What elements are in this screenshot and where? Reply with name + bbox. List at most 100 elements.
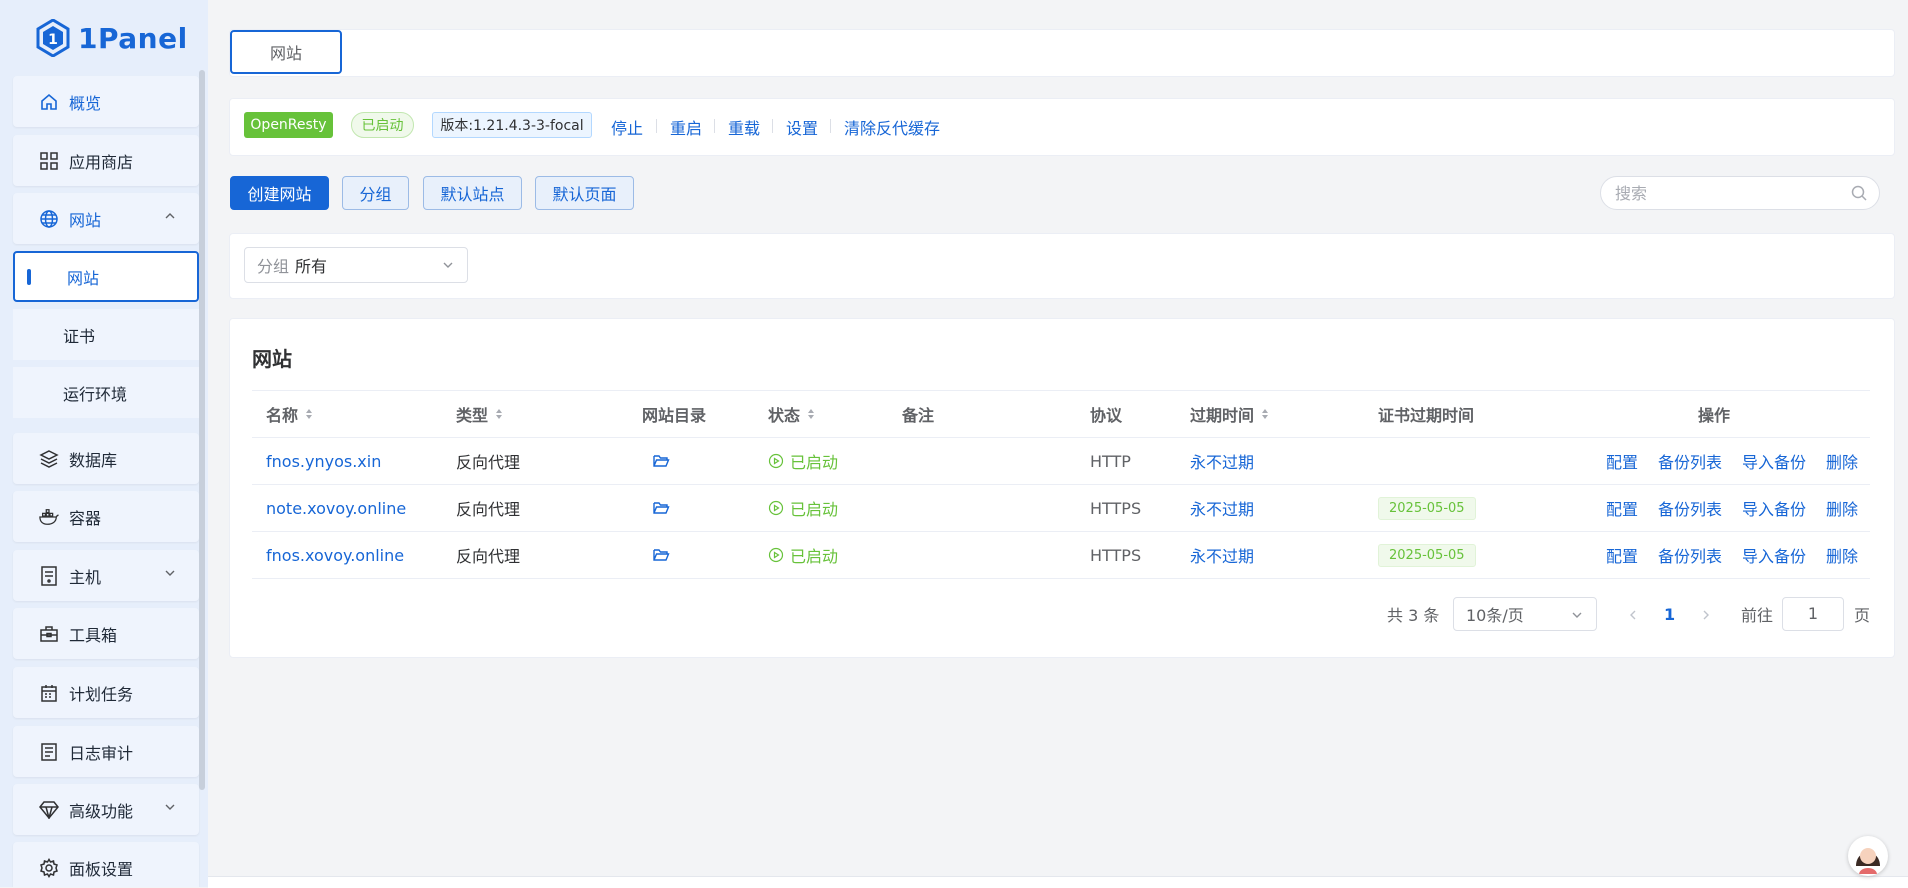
docker-icon — [39, 507, 59, 527]
stop-link[interactable]: 停止 — [611, 115, 643, 139]
table-title: 网站 — [252, 347, 292, 371]
sidebar-subitem-label: 证书 — [63, 326, 96, 346]
import-backup-action[interactable]: 导入备份 — [1742, 496, 1806, 520]
column-header-expire[interactable]: 过期时间 — [1176, 390, 1364, 438]
calendar-icon — [39, 683, 59, 703]
sidebar-item-label: 应用商店 — [69, 152, 134, 172]
sidebar-item-container[interactable]: 容器 — [13, 491, 199, 542]
config-action[interactable]: 配置 — [1606, 496, 1638, 520]
filter-bar — [229, 233, 1895, 299]
divider — [656, 119, 657, 133]
play-circle-icon — [768, 547, 784, 563]
assistant-avatar[interactable] — [1848, 836, 1888, 876]
expire-link[interactable]: 永不过期 — [1190, 543, 1254, 567]
sidebar-item-audit-log[interactable]: 日志审计 — [13, 726, 199, 777]
sidebar-item-host[interactable]: 主机 — [13, 550, 199, 601]
sidebar-item-website[interactable]: 网站 — [13, 193, 199, 244]
backup-list-action[interactable]: 备份列表 — [1658, 543, 1722, 567]
apps-icon — [39, 151, 59, 171]
import-backup-action[interactable]: 导入备份 — [1742, 543, 1806, 567]
status-running[interactable]: 已启动 — [768, 449, 838, 473]
sort-icon[interactable] — [304, 407, 314, 421]
sidebar-item-database[interactable]: 数据库 — [13, 433, 199, 484]
sidebar-item-app-store[interactable]: 应用商店 — [13, 135, 199, 186]
tab-label: 网站 — [269, 44, 302, 63]
default-site-button[interactable]: 默认站点 — [423, 176, 522, 210]
sidebar-item-overview[interactable]: 概览 — [13, 76, 199, 127]
avatar-icon — [1849, 837, 1887, 875]
chevron-down-icon — [165, 804, 175, 810]
sidebar-scrollbar[interactable] — [199, 70, 205, 790]
sidebar-item-cron[interactable]: 计划任务 — [13, 667, 199, 718]
goto-page-input[interactable]: 1 — [1782, 597, 1844, 631]
tab-website[interactable]: 网站 — [230, 30, 342, 74]
home-icon — [39, 92, 59, 112]
website-name-link[interactable]: fnos.ynyos.xin — [266, 452, 381, 471]
column-header-protocol: 协议 — [1076, 390, 1176, 438]
default-page-button[interactable]: 默认页面 — [535, 176, 634, 210]
folder-open-icon[interactable] — [652, 500, 670, 516]
website-table: 名称 类型 网站目录 状态 备注 协议 过期时间 证书过期时间 操作 fnos.… — [252, 390, 1870, 579]
search-input[interactable] — [1613, 182, 1851, 204]
settings-link[interactable]: 设置 — [786, 115, 818, 139]
sidebar-subitem-certificate[interactable]: 证书 — [13, 309, 199, 360]
logo[interactable]: 1 1Panel — [36, 16, 188, 60]
page-size-select[interactable]: 10条/页 — [1453, 597, 1597, 631]
globe-icon — [39, 209, 59, 229]
table-row: note.xovoy.online 反向代理 已启动 HTTPS 永不过期 20… — [252, 484, 1870, 532]
import-backup-action[interactable]: 导入备份 — [1742, 449, 1806, 473]
folder-open-icon[interactable] — [652, 453, 670, 469]
sidebar-item-advanced[interactable]: 高级功能 — [13, 784, 199, 835]
website-name-link[interactable]: note.xovoy.online — [266, 499, 406, 518]
config-action[interactable]: 配置 — [1606, 449, 1638, 473]
sidebar-item-label: 主机 — [69, 567, 102, 587]
group-button[interactable]: 分组 — [342, 176, 409, 210]
prev-page-icon[interactable] — [1627, 608, 1639, 622]
status-running[interactable]: 已启动 — [768, 496, 838, 520]
svg-text:1: 1 — [48, 32, 58, 48]
sort-icon[interactable] — [806, 407, 816, 421]
website-type: 反向代理 — [456, 547, 521, 566]
column-header-name[interactable]: 名称 — [252, 390, 442, 438]
config-action[interactable]: 配置 — [1606, 543, 1638, 567]
expire-link[interactable]: 永不过期 — [1190, 496, 1254, 520]
folder-open-icon[interactable] — [652, 547, 670, 563]
play-circle-icon — [768, 453, 784, 469]
column-header-status[interactable]: 状态 — [754, 390, 888, 438]
sidebar-subitem-runtime[interactable]: 运行环境 — [13, 367, 199, 418]
backup-list-action[interactable]: 备份列表 — [1658, 449, 1722, 473]
sidebar-subitem-website[interactable]: 网站 — [13, 251, 199, 302]
clear-proxy-cache-link[interactable]: 清除反代缓存 — [844, 115, 940, 139]
delete-action[interactable]: 删除 — [1826, 449, 1858, 473]
status-running[interactable]: 已启动 — [768, 543, 838, 567]
website-protocol: HTTP — [1090, 451, 1131, 471]
sidebar-item-toolbox[interactable]: 工具箱 — [13, 608, 199, 659]
sort-icon[interactable] — [1260, 407, 1270, 421]
diamond-icon — [39, 800, 59, 820]
divider — [714, 119, 715, 133]
chevron-up-icon — [165, 213, 175, 219]
column-header-type[interactable]: 类型 — [442, 390, 628, 438]
delete-action[interactable]: 删除 — [1826, 543, 1858, 567]
delete-action[interactable]: 删除 — [1826, 496, 1858, 520]
restart-link[interactable]: 重启 — [670, 115, 702, 139]
server-icon — [39, 565, 59, 586]
play-circle-icon — [768, 500, 784, 516]
column-header-remark: 备注 — [888, 390, 1076, 438]
select-prefix: 分组 — [257, 257, 290, 276]
group-filter-select[interactable]: 分组 所有 — [244, 247, 468, 283]
backup-list-action[interactable]: 备份列表 — [1658, 496, 1722, 520]
page-number-current[interactable]: 1 — [1664, 596, 1675, 632]
website-name-link[interactable]: fnos.xovoy.online — [266, 546, 404, 565]
search-icon[interactable] — [1851, 185, 1867, 201]
chevron-down-icon — [165, 570, 175, 576]
website-type: 反向代理 — [456, 453, 521, 472]
sidebar-item-panel-settings[interactable]: 面板设置 — [13, 842, 199, 887]
sort-icon[interactable] — [494, 407, 504, 421]
next-page-icon[interactable] — [1700, 608, 1712, 622]
reload-link[interactable]: 重载 — [728, 115, 760, 139]
page-size-value: 10条/页 — [1466, 606, 1524, 625]
select-value: 所有 — [295, 257, 328, 276]
create-website-button[interactable]: 创建网站 — [230, 176, 329, 210]
expire-link[interactable]: 永不过期 — [1190, 449, 1254, 473]
